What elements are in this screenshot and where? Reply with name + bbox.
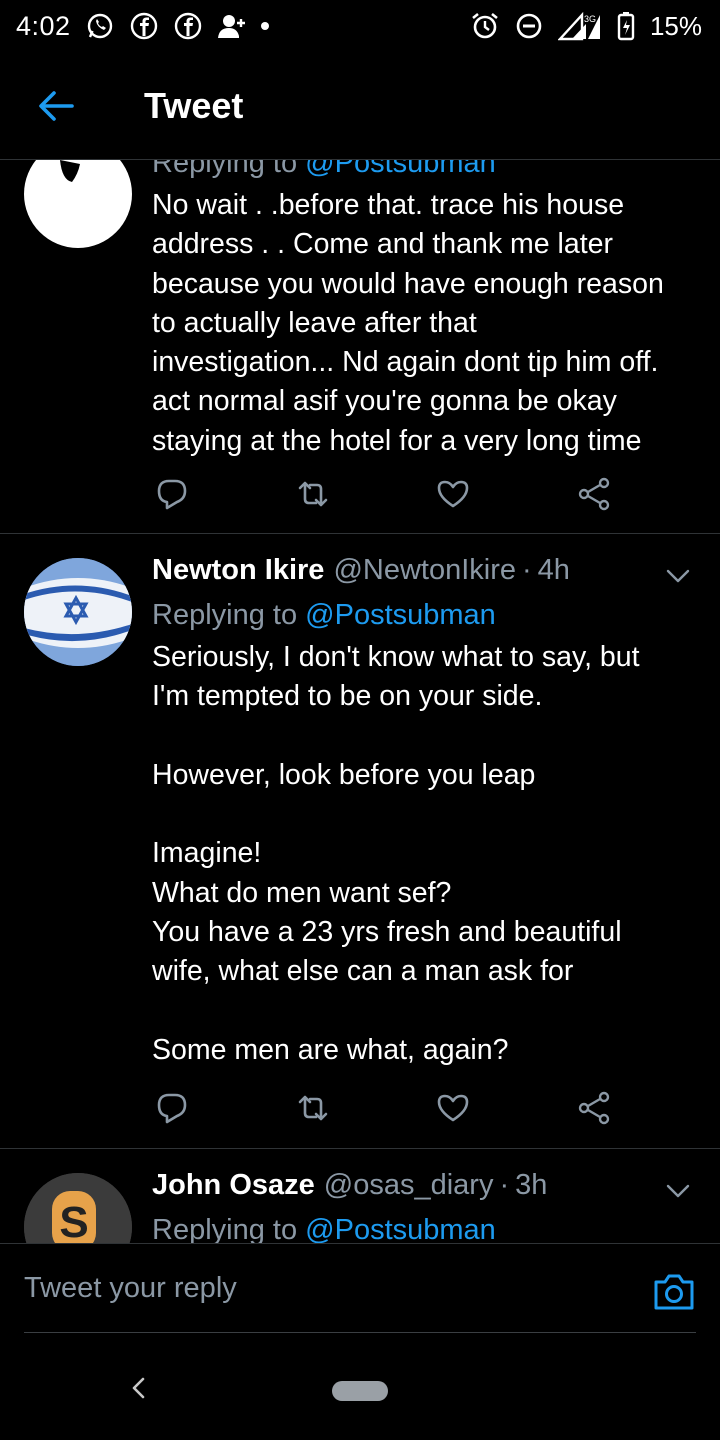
tweet[interactable]: Replying to @Postsubman No wait . .befor… [0, 160, 720, 534]
avatar[interactable] [24, 160, 132, 248]
notification-dot [260, 22, 269, 30]
tweet[interactable]: Newton Ikire @NewtonIkire · 4h Replying … [0, 534, 720, 1149]
add-user-icon [217, 11, 247, 41]
author-name[interactable]: Newton Ikire [152, 554, 324, 587]
svg-text:3G: 3G [584, 14, 596, 24]
facebook-icon [129, 11, 159, 41]
tweet-actions [152, 1088, 622, 1128]
replying-to: Replying to @Postsubman [152, 599, 496, 631]
reply-button[interactable] [152, 474, 192, 514]
tweet-header: Newton Ikire @NewtonIkire · 4h [152, 554, 692, 592]
signal-icon: 3G [557, 11, 602, 41]
separator: · [499, 1169, 510, 1201]
tweet-text: No wait . .before that. trace his house … [152, 189, 664, 457]
mention-link[interactable]: @Postsubman [305, 599, 496, 631]
share-icon [578, 1091, 610, 1125]
reply-placeholder: Tweet your reply [24, 1271, 237, 1304]
reply-composer: Tweet your reply [0, 1243, 720, 1334]
facebook-icon [173, 11, 203, 41]
share-button[interactable] [574, 474, 614, 514]
alarm-icon [470, 11, 500, 41]
share-button[interactable] [574, 1088, 614, 1128]
page-title: Tweet [144, 84, 244, 126]
like-button[interactable] [433, 1088, 473, 1128]
author-handle[interactable]: @osas_diary [324, 1169, 494, 1202]
reply-button[interactable] [152, 1088, 192, 1128]
replying-to: Replying to @Postsubman [152, 1209, 692, 1243]
arrow-left-icon [39, 90, 74, 121]
retweet-button[interactable] [293, 1088, 333, 1128]
system-nav-bar [0, 1333, 720, 1440]
tweet-header: John Osaze @osas_diary · 3h [152, 1169, 692, 1207]
app-header: Tweet [0, 52, 720, 160]
retweet-icon [298, 1095, 328, 1121]
reply-input[interactable]: Tweet your reply [24, 1244, 696, 1334]
svg-text:S: S [59, 1198, 88, 1243]
tweet-actions [152, 474, 622, 514]
do-not-disturb-icon [514, 11, 544, 41]
author-name[interactable]: John Osaze [152, 1169, 315, 1202]
heart-icon [437, 480, 469, 508]
battery-icon [616, 11, 636, 41]
status-bar: 4:02 3G 15% [0, 0, 720, 52]
camera-icon[interactable] [652, 1272, 696, 1312]
nav-back-icon[interactable] [124, 1373, 154, 1403]
nav-home-pill[interactable] [332, 1381, 388, 1401]
status-time: 4:02 [16, 10, 71, 41]
tweet[interactable]: S John Osaze @osas_diary · 3h Replying t… [0, 1149, 720, 1243]
mention-link[interactable]: @Postsubman [305, 1214, 496, 1243]
back-button[interactable] [0, 52, 112, 160]
avatar[interactable] [24, 558, 132, 666]
chevron-down-icon[interactable] [664, 562, 692, 590]
chevron-down-icon[interactable] [664, 1177, 692, 1205]
whatsapp-icon [85, 11, 115, 41]
tweet-time: 3h [515, 1169, 548, 1201]
retweet-button[interactable] [293, 474, 333, 514]
author-handle[interactable]: @NewtonIkire [333, 554, 516, 587]
share-icon [578, 477, 610, 511]
tweet-text: Seriously, I don't know what to say, but… [152, 641, 640, 1066]
retweet-icon [298, 481, 328, 507]
separator: · [522, 554, 532, 586]
heart-icon [437, 1094, 469, 1122]
reply-icon [157, 479, 187, 510]
tweet-time: 4h [537, 554, 570, 586]
replying-to: Replying to @Postsubman [152, 160, 692, 184]
avatar[interactable]: S [24, 1173, 132, 1243]
battery-percent: 15% [649, 10, 702, 41]
like-button[interactable] [433, 474, 473, 514]
reply-feed[interactable]: Replying to @Postsubman No wait . .befor… [0, 160, 720, 1243]
mention-link[interactable]: @Postsubman [305, 160, 496, 179]
reply-icon [157, 1093, 187, 1124]
